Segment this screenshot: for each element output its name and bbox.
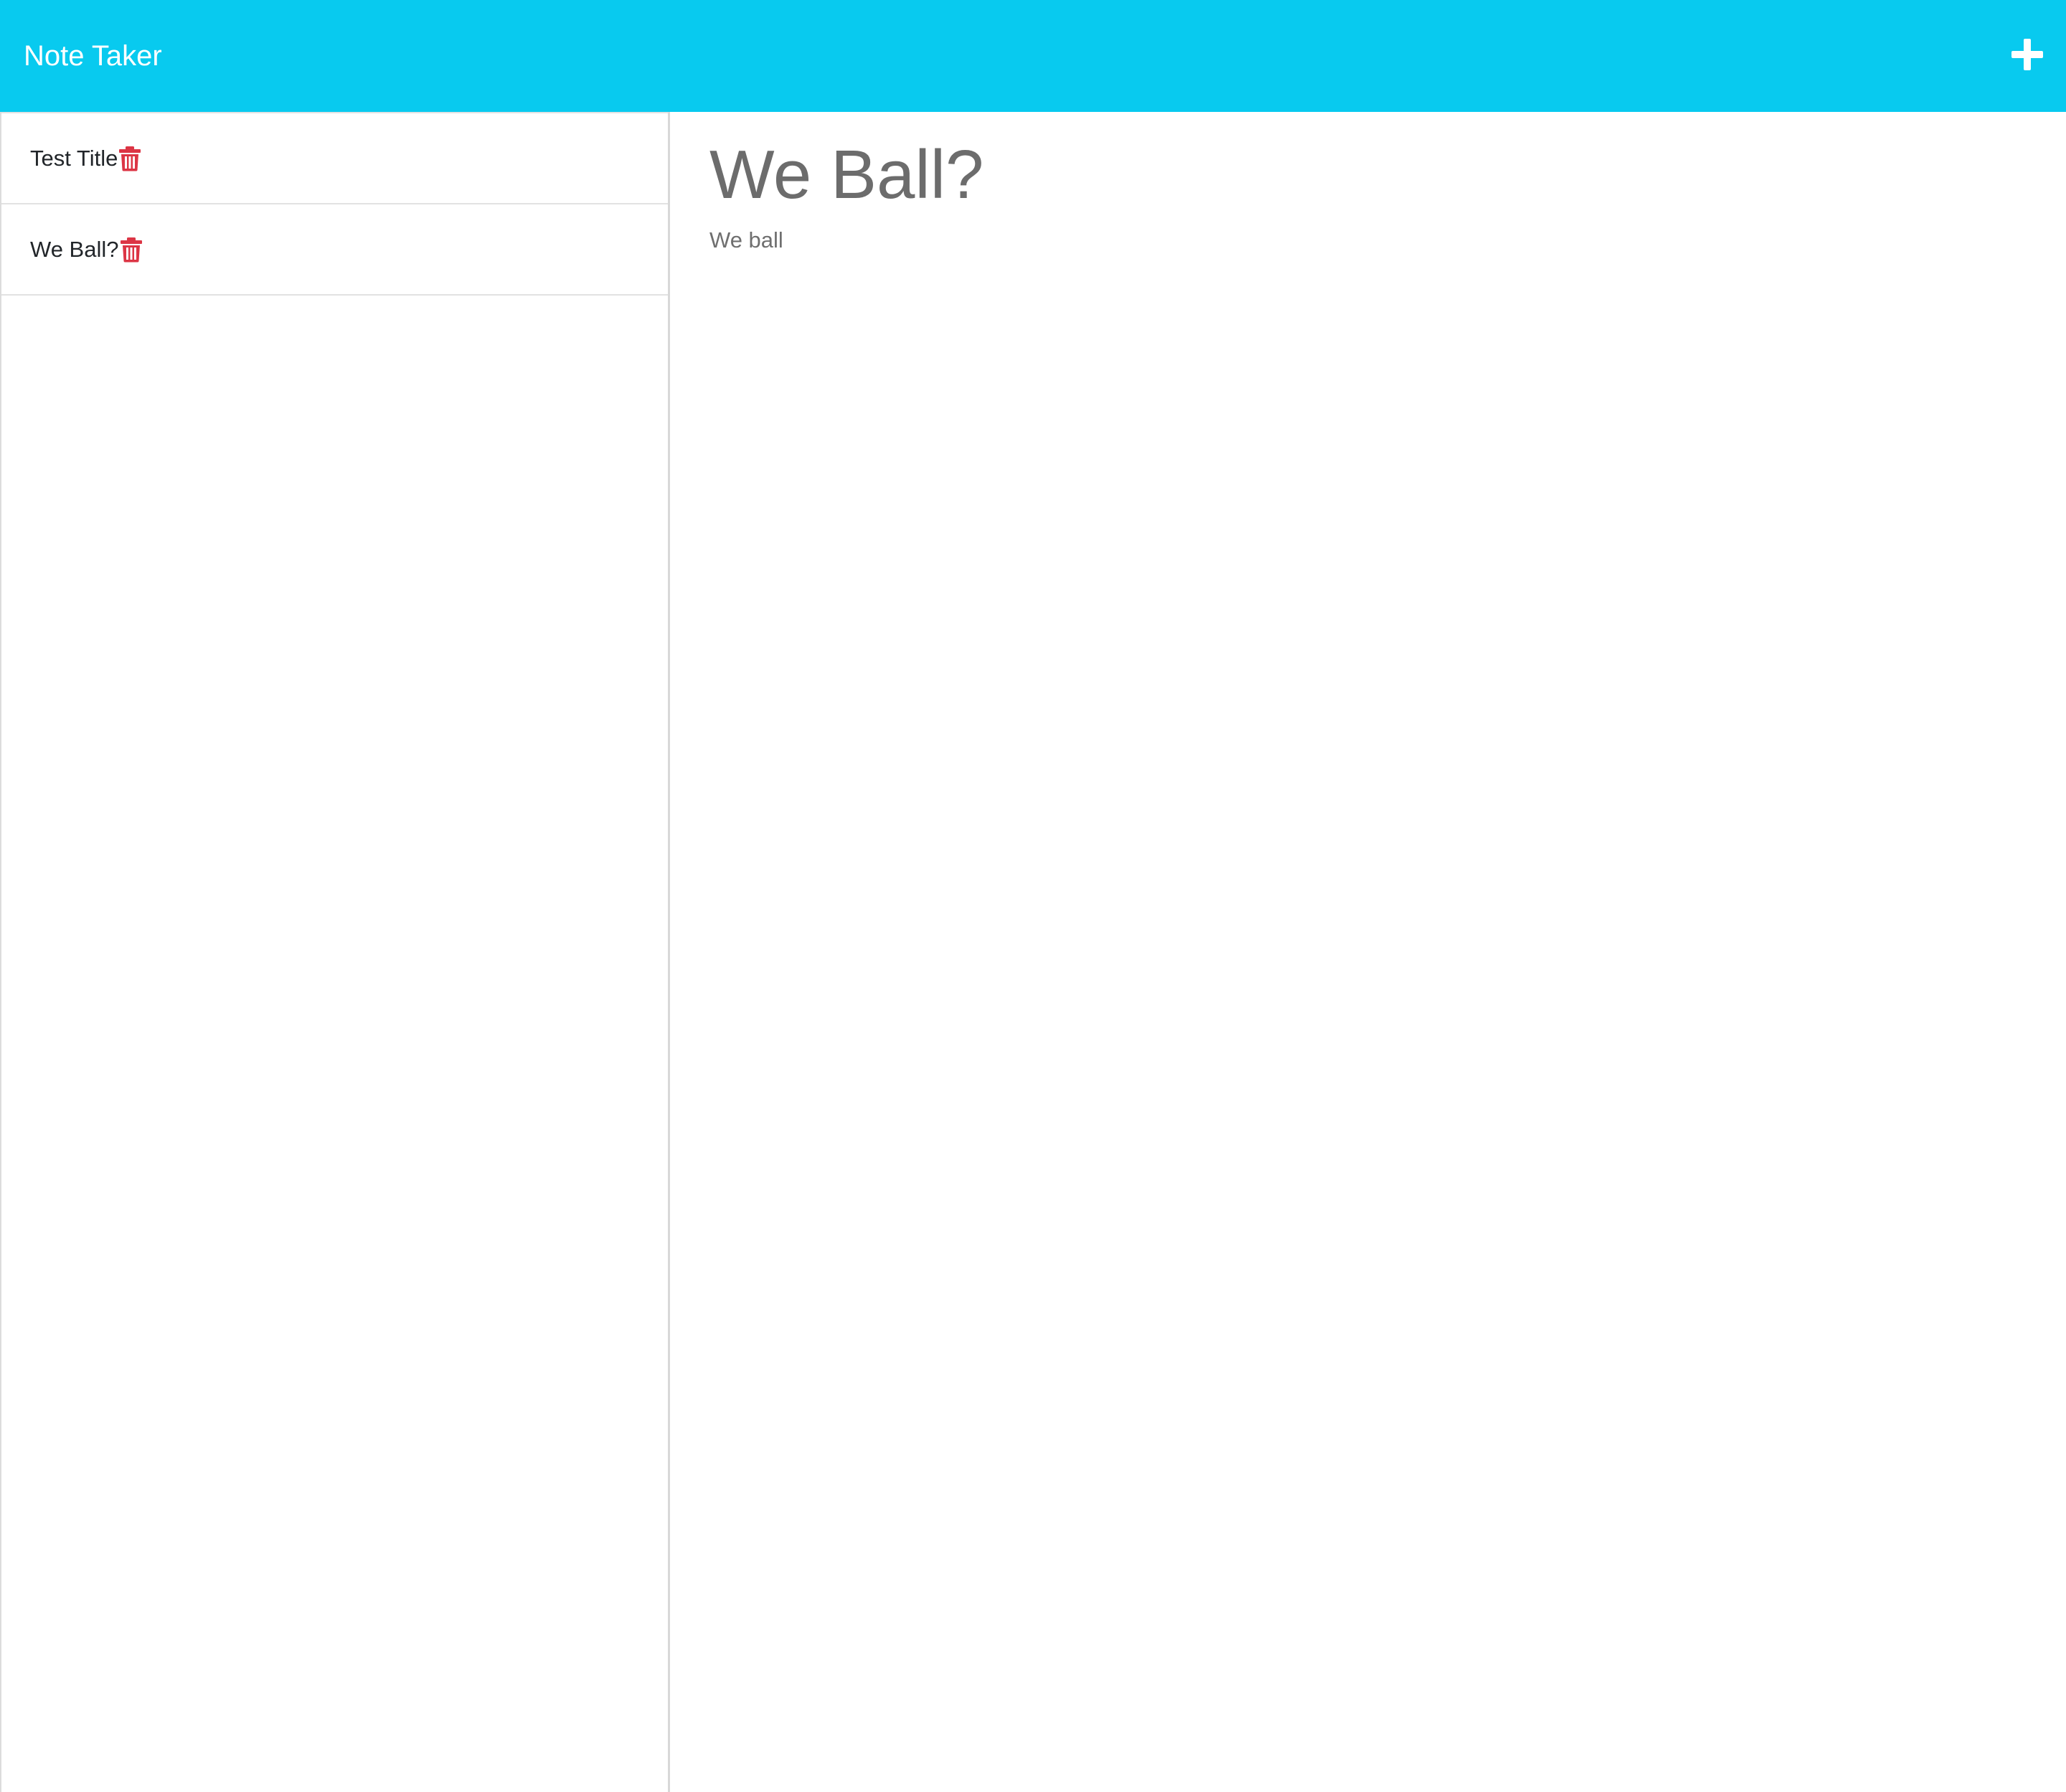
note-item-title[interactable]: Test Title bbox=[30, 146, 118, 171]
navbar: Note Taker bbox=[0, 0, 2066, 112]
note-list: Test Title We Ball? bbox=[1, 112, 668, 296]
list-item[interactable]: We Ball? bbox=[1, 204, 668, 296]
trash-icon[interactable] bbox=[118, 146, 141, 171]
list-item[interactable]: Test Title bbox=[1, 112, 668, 204]
note-editor: We Ball? We ball bbox=[670, 112, 2066, 1792]
note-title-field[interactable]: We Ball? bbox=[709, 133, 984, 217]
plus-icon bbox=[2011, 39, 2043, 70]
note-list-panel: Test Title We Ball? bbox=[0, 112, 670, 1792]
app-title[interactable]: Note Taker bbox=[24, 39, 162, 73]
trash-icon[interactable] bbox=[120, 237, 143, 263]
note-text-field[interactable]: We ball bbox=[709, 227, 783, 254]
note-item-title[interactable]: We Ball? bbox=[30, 237, 119, 263]
new-note-button[interactable] bbox=[2010, 37, 2044, 72]
